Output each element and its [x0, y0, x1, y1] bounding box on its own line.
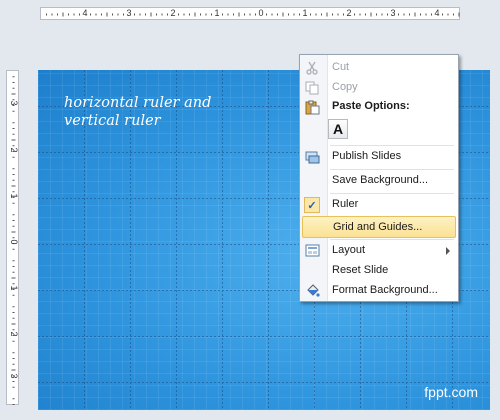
menu-label-paste-options: Paste Options:	[332, 100, 410, 112]
vertical-ruler[interactable]: 3 2 1 0 1 2 3	[6, 70, 19, 405]
menu-label-grid-and-guides: Grid and Guides...	[333, 221, 423, 233]
scissors-icon	[304, 60, 320, 76]
h-ruler-label: 1	[302, 8, 308, 18]
v-ruler-label: 3	[9, 100, 19, 106]
h-ruler-label: 3	[390, 8, 396, 18]
h-ruler-label: 4	[82, 8, 88, 18]
submenu-arrow-icon	[446, 247, 450, 255]
checkmark-icon: ✓	[304, 197, 320, 213]
context-menu: Cut Copy Paste Options: A Publish Slides…	[299, 54, 459, 302]
paint-bucket-icon	[304, 283, 320, 299]
h-ruler-label: 3	[126, 8, 132, 18]
horizontal-ruler[interactable]: 4 3 2 1 0 1 2 3 4	[40, 7, 460, 20]
menu-item-reset-slide[interactable]: Reset Slide	[302, 260, 456, 282]
menu-label-copy: Copy	[332, 81, 358, 93]
slide-caption[interactable]: horizontal ruler and vertical ruler	[64, 94, 264, 130]
menu-item-format-background[interactable]: Format Background...	[302, 280, 456, 302]
menu-item-ruler[interactable]: ✓ Ruler	[302, 194, 456, 216]
publish-slides-icon	[304, 149, 320, 165]
v-ruler-label: 1	[9, 193, 19, 199]
h-ruler-label: 2	[170, 8, 176, 18]
h-ruler-label: 2	[346, 8, 352, 18]
v-ruler-label: 2	[9, 331, 19, 337]
menu-item-layout[interactable]: Layout	[302, 240, 456, 262]
v-ruler-label: 0	[9, 239, 19, 245]
menu-item-publish-slides[interactable]: Publish Slides	[302, 146, 456, 168]
menu-item-cut[interactable]: Cut	[302, 57, 456, 79]
h-ruler-label: 1	[214, 8, 220, 18]
menu-label-reset-slide: Reset Slide	[332, 264, 389, 276]
menu-label-cut: Cut	[332, 61, 350, 73]
menu-label-save-background: Save Background...	[332, 174, 429, 186]
layout-icon	[304, 243, 320, 259]
menu-item-grid-and-guides[interactable]: Grid and Guides...	[302, 216, 456, 238]
v-ruler-label: 2	[9, 147, 19, 153]
menu-label-ruler: Ruler	[332, 198, 359, 210]
clipboard-icon	[304, 99, 320, 115]
v-ruler-label: 3	[9, 373, 19, 379]
horizontal-ruler-ticks	[46, 12, 460, 17]
menu-label-publish-slides: Publish Slides	[332, 150, 402, 162]
menu-label-format-background: Format Background...	[332, 284, 438, 296]
watermark: fppt.com	[424, 384, 478, 400]
paste-keep-text-only-button[interactable]: A	[328, 119, 348, 139]
copy-icon	[304, 80, 320, 96]
menu-item-save-background[interactable]: Save Background...	[302, 170, 456, 192]
h-ruler-label: 4	[434, 8, 440, 18]
h-ruler-label: 0	[258, 8, 264, 18]
menu-header-paste-options: Paste Options:	[302, 96, 456, 118]
v-ruler-label: 1	[9, 285, 19, 291]
menu-label-layout: Layout	[332, 244, 366, 256]
